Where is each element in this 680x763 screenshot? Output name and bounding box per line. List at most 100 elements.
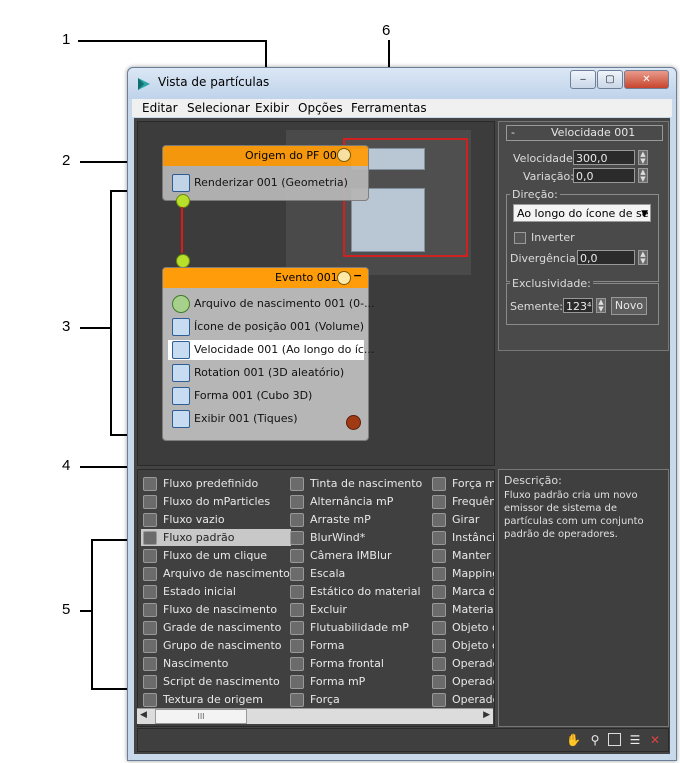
menu-editar[interactable]: Editar <box>142 101 178 115</box>
menu-opcoes[interactable]: Opções <box>298 101 343 115</box>
depot-item-label: Fluxo do mParticles <box>163 495 271 508</box>
depot-item[interactable]: Fluxo predefinido <box>141 475 291 492</box>
operator-icon <box>143 603 157 617</box>
depot-item[interactable]: Flutuabilidade mP <box>288 619 430 636</box>
depot-item[interactable]: Frequên <box>430 493 494 510</box>
depot-item[interactable]: Objeto d <box>430 619 494 636</box>
depot-item[interactable]: Escala <box>288 565 430 582</box>
operator-icon <box>432 693 446 707</box>
depot-item[interactable]: Forma frontal <box>288 655 430 672</box>
operator-shape[interactable]: Forma 001 (Cubo 3D) <box>168 386 364 406</box>
rollout-toggle[interactable]: - <box>511 126 515 139</box>
menu-ferramentas[interactable]: Ferramentas <box>351 101 427 115</box>
scroll-left-button[interactable]: ◀ <box>140 710 147 720</box>
pan-icon[interactable]: ✋ <box>566 733 581 747</box>
uniqueness-label: Exclusividade: <box>510 277 593 290</box>
source-node-header[interactable]: Origem do PF 001 <box>163 146 368 166</box>
maximize-button[interactable]: ▢ <box>597 70 623 89</box>
title-bar[interactable]: Vista de partículas ‒ ▢ ✕ <box>128 68 676 99</box>
operator-rotation[interactable]: Rotation 001 (3D aleatório) <box>168 363 364 383</box>
no-zoom-icon[interactable]: ✕ <box>648 733 662 747</box>
depot-item[interactable]: Alternância mP <box>288 493 430 510</box>
collapse-button[interactable]: − <box>353 269 362 282</box>
depot-item[interactable]: Operado <box>430 673 494 690</box>
menu-exibir[interactable]: Exibir <box>255 101 289 115</box>
source-node[interactable]: Origem do PF 001 Renderizar 001 (Geometr… <box>162 145 369 201</box>
operator-position-icon[interactable]: Ícone de posição 001 (Volume) <box>168 317 364 337</box>
menu-selecionar[interactable]: Selecionar <box>187 101 250 115</box>
operator-display[interactable]: Exibir 001 (Tiques) <box>168 409 364 429</box>
depot-item[interactable]: Textura de origem <box>141 691 291 708</box>
depot-item[interactable]: Câmera IMBlur <box>288 547 430 564</box>
depot-item-label: Força <box>310 693 340 706</box>
event-node-header[interactable]: Evento 001 − <box>163 268 368 288</box>
speed-rollout-header[interactable]: - Velocidade 001 <box>506 125 663 141</box>
zoom-region-icon[interactable] <box>608 733 621 746</box>
invert-checkbox[interactable] <box>514 232 526 244</box>
depot-item[interactable]: Fluxo vazio <box>141 511 291 528</box>
direction-value: Ao longo do ícone de se <box>517 207 649 220</box>
depot-scrollbar[interactable]: ◀ III ▶ <box>137 708 493 724</box>
depot-item[interactable]: Grade de nascimento <box>141 619 291 636</box>
operator-icon <box>432 567 446 581</box>
seed-field[interactable]: 123⁴ <box>563 298 593 313</box>
depot-item[interactable]: Material <box>430 601 494 618</box>
light-bulb-icon[interactable] <box>337 148 351 162</box>
depot-item[interactable]: Marca d <box>430 583 494 600</box>
direction-dropdown[interactable]: Ao longo do ícone de se ▼ <box>513 204 651 222</box>
operator-icon <box>143 585 157 599</box>
depot-item[interactable]: Objeto c <box>430 637 494 654</box>
divergence-field[interactable]: 0,0 <box>577 250 635 265</box>
minimize-button[interactable]: ‒ <box>570 70 596 89</box>
depot-item[interactable]: Estático do material <box>288 583 430 600</box>
close-button[interactable]: ✕ <box>624 70 669 89</box>
depot-item[interactable]: Script de nascimento <box>141 673 291 690</box>
depot-item[interactable]: Fluxo padrão <box>141 529 291 546</box>
depot-item[interactable]: Força <box>288 691 430 708</box>
divergence-spinner[interactable]: ▲ ▼ <box>638 250 648 265</box>
depot-item[interactable]: Estado inicial <box>141 583 291 600</box>
speed-field[interactable]: 300,0 <box>573 150 635 165</box>
event-graph[interactable]: Origem do PF 001 Renderizar 001 (Geometr… <box>137 121 495 466</box>
depot-item[interactable]: BlurWind* <box>288 529 430 546</box>
depot-item[interactable]: Forma mP <box>288 673 430 690</box>
source-node-title: Origem do PF 001 <box>245 149 344 162</box>
variation-field[interactable]: 0,0 <box>573 168 635 183</box>
depot-item[interactable]: Grupo de nascimento <box>141 637 291 654</box>
depot-item[interactable]: Girar <box>430 511 494 528</box>
operator-birth-file[interactable]: Arquivo de nascimento 001 (0-... <box>168 294 375 314</box>
callout-1: 1 <box>62 31 71 48</box>
zoom-icon[interactable]: ⚲ <box>588 733 602 747</box>
depot-item[interactable]: Tinta de nascimento <box>288 475 430 492</box>
light-bulb-icon[interactable] <box>337 271 351 285</box>
event-input-port[interactable] <box>176 254 190 268</box>
depot-item[interactable]: Fluxo de nascimento <box>141 601 291 618</box>
depot-item[interactable]: Força m <box>430 475 494 492</box>
depot-item[interactable]: Arraste mP <box>288 511 430 528</box>
depot-item[interactable]: Instânci <box>430 529 495 546</box>
scroll-right-button[interactable]: ▶ <box>483 710 490 720</box>
display-color-swatch[interactable] <box>346 415 361 430</box>
depot-item[interactable]: Forma <box>288 637 430 654</box>
speed-spinner[interactable]: ▲ ▼ <box>638 150 648 165</box>
seed-spinner[interactable]: ▲ ▼ <box>596 298 606 313</box>
render-operator[interactable]: Renderizar 001 (Geometria) <box>168 173 364 193</box>
depot-item[interactable]: Nascimento <box>141 655 291 672</box>
depot-item[interactable]: Operado <box>430 691 494 708</box>
operator-speed[interactable]: Velocidade 001 (Ao longo do íc... <box>168 340 374 360</box>
depot-item[interactable]: Excluir <box>288 601 430 618</box>
depot-item[interactable]: Manter s <box>430 547 494 564</box>
variation-spinner[interactable]: ▲ ▼ <box>638 168 648 183</box>
depot-item[interactable]: Fluxo de um clique <box>141 547 291 564</box>
event-node[interactable]: Evento 001 − Arquivo de nascimento 001 (… <box>162 267 375 441</box>
depot-item[interactable]: Operado <box>430 655 494 672</box>
depot-item[interactable]: Mapping <box>430 565 494 582</box>
depot-item[interactable]: Fluxo do mParticles <box>141 493 291 510</box>
new-seed-button[interactable]: Novo <box>611 297 647 315</box>
depot-item[interactable]: Arquivo de nascimento <box>141 565 291 582</box>
speed-icon <box>172 341 190 359</box>
depot-item-label: Instânci <box>452 531 495 544</box>
scroll-thumb[interactable]: III <box>155 709 247 724</box>
source-output-port[interactable] <box>176 194 190 208</box>
zoom-extents-icon[interactable]: ☰ <box>628 733 642 747</box>
